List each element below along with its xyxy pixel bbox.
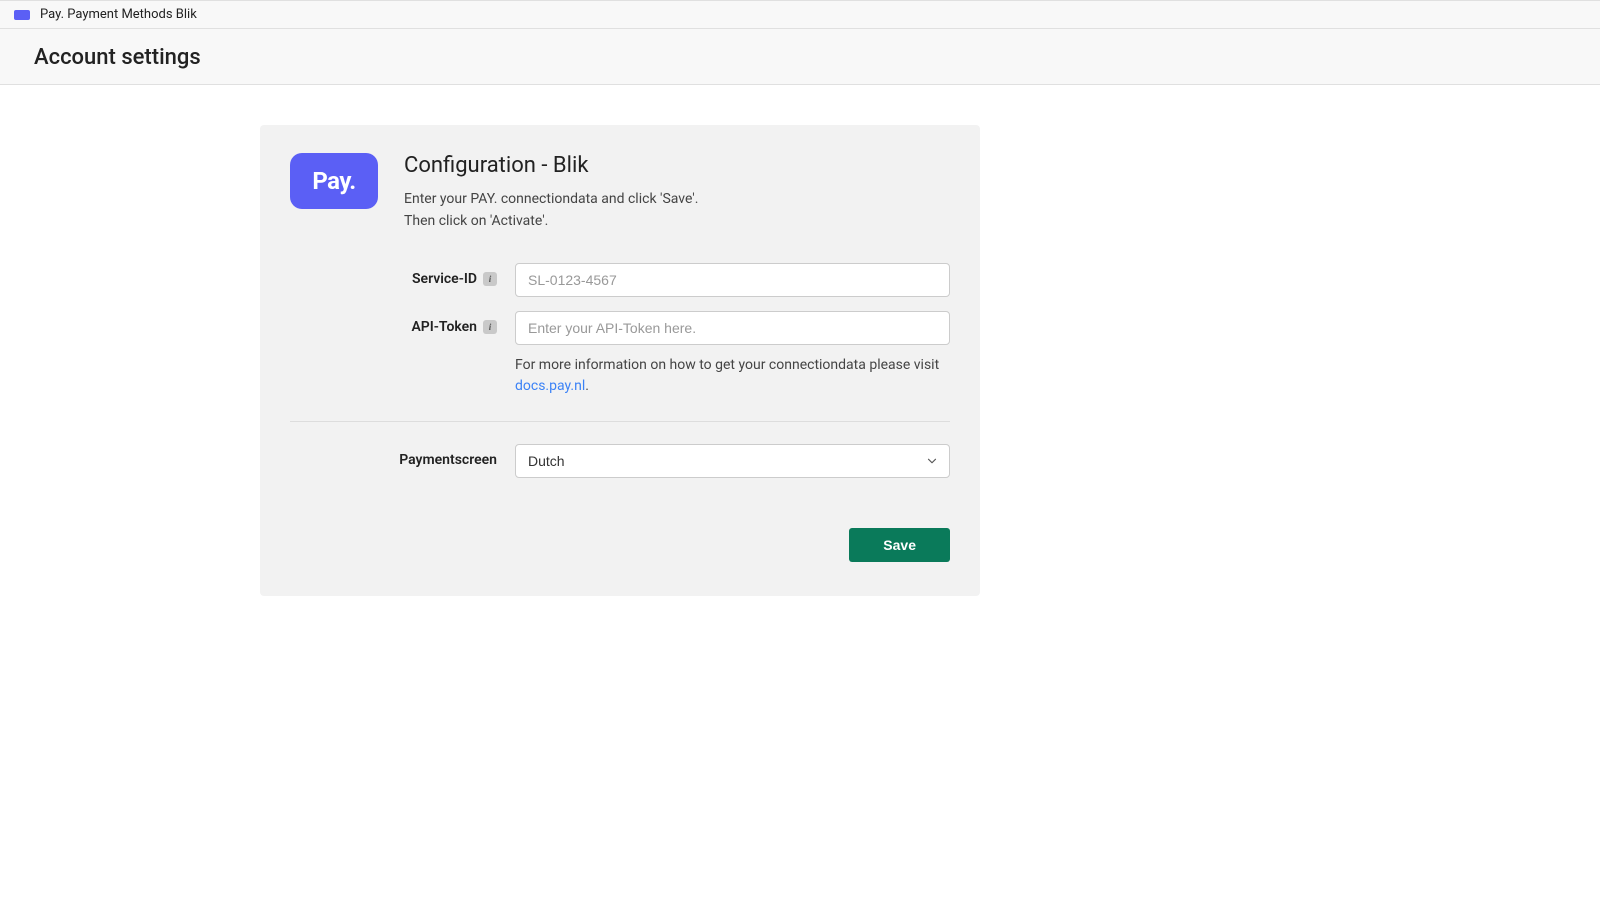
help-text-prefix: For more information on how to get your … — [515, 357, 939, 373]
content-area: Pay. Configuration - Blik Enter your PAY… — [0, 85, 1600, 596]
paymentscreen-select[interactable]: Dutch — [515, 444, 950, 478]
info-icon[interactable]: i — [483, 272, 497, 286]
config-desc-line1: Enter your PAY. connectiondata and click… — [404, 188, 698, 210]
top-bar-title: Pay. Payment Methods Blik — [40, 7, 197, 22]
service-id-label-text: Service-ID — [412, 271, 477, 287]
paymentscreen-label-text: Paymentscreen — [399, 452, 497, 468]
actions-row: Save — [290, 528, 950, 562]
docs-link[interactable]: docs.pay.nl — [515, 378, 585, 394]
api-token-input[interactable] — [515, 311, 950, 345]
api-token-input-wrap: For more information on how to get your … — [515, 311, 950, 397]
config-heading-block: Configuration - Blik Enter your PAY. con… — [404, 153, 698, 233]
service-id-input-wrap — [515, 263, 950, 297]
help-text: For more information on how to get your … — [515, 355, 950, 397]
info-icon[interactable]: i — [483, 320, 497, 334]
config-desc-line2: Then click on 'Activate'. — [404, 210, 698, 232]
pay-favicon — [14, 10, 30, 20]
service-id-row: Service-ID i — [290, 263, 950, 297]
page-header: Account settings — [0, 29, 1600, 85]
page-title: Account settings — [34, 45, 1566, 70]
config-header: Pay. Configuration - Blik Enter your PAY… — [290, 153, 950, 233]
paymentscreen-label: Paymentscreen — [290, 444, 515, 468]
paymentscreen-row: Paymentscreen Dutch — [290, 444, 950, 478]
service-id-input[interactable] — [515, 263, 950, 297]
divider — [290, 421, 950, 422]
api-token-label: API-Token i — [290, 311, 515, 335]
config-title: Configuration - Blik — [404, 153, 698, 178]
api-token-label-text: API-Token — [411, 319, 477, 335]
config-card: Pay. Configuration - Blik Enter your PAY… — [260, 125, 980, 596]
top-bar: Pay. Payment Methods Blik — [0, 0, 1600, 29]
pay-logo-text: Pay. — [312, 167, 355, 195]
save-button[interactable]: Save — [849, 528, 950, 562]
service-id-label: Service-ID i — [290, 263, 515, 287]
api-token-row: API-Token i For more information on how … — [290, 311, 950, 397]
help-text-suffix: . — [585, 378, 589, 394]
paymentscreen-select-wrap: Dutch — [515, 444, 950, 478]
pay-logo: Pay. — [290, 153, 378, 209]
